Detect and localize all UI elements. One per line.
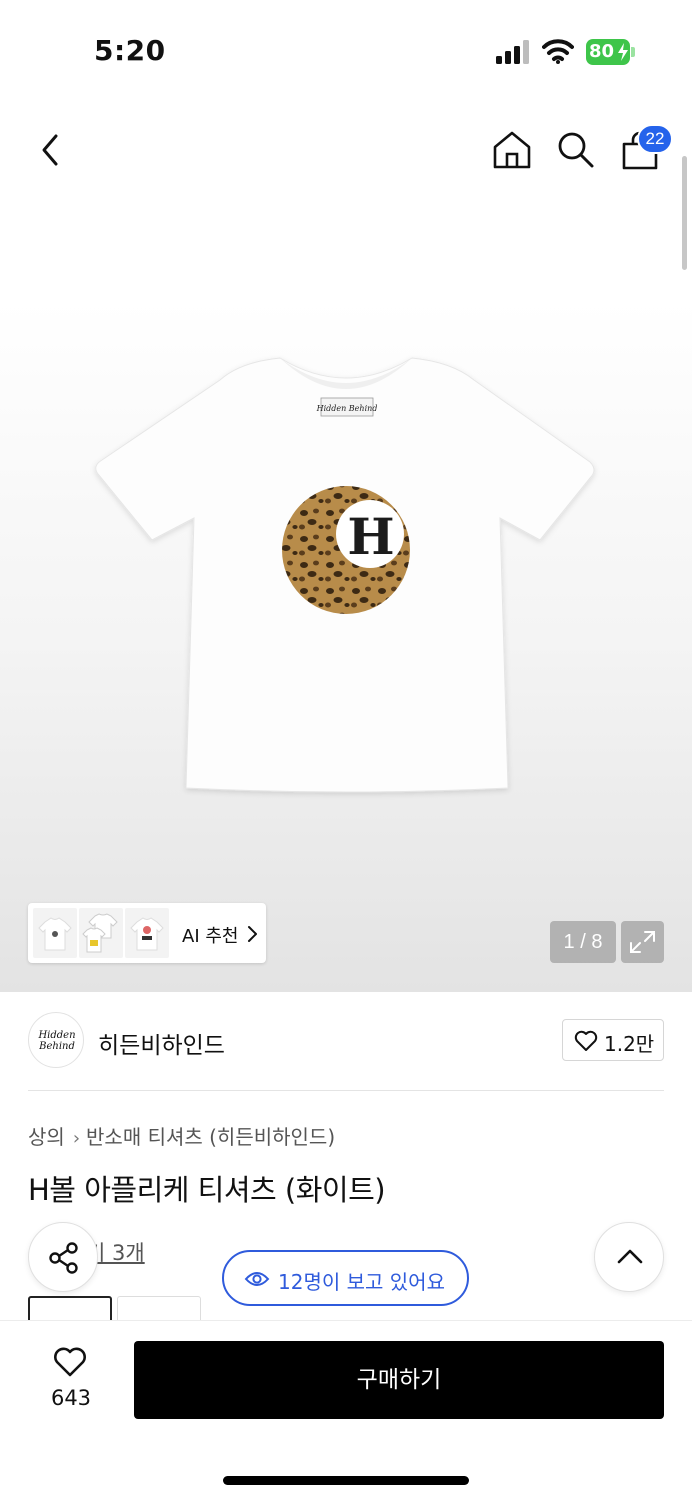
wishlist-count: 643 [50,1386,92,1410]
divider [28,1090,664,1091]
product-image[interactable]: Hidden Behind H [90,350,602,800]
wifi-icon [542,39,574,64]
recommend-thumbnail[interactable] [125,908,169,958]
recommend-thumbnail[interactable] [79,908,123,958]
share-icon [49,1242,78,1274]
expand-button[interactable] [621,921,664,963]
wishlist-button[interactable]: 643 [36,1342,106,1420]
brand-logo[interactable]: Hidden Behind [28,1012,84,1068]
status-time: 5:20 [94,34,166,67]
heart-icon [574,1030,598,1051]
brand-name[interactable]: 히든비하인드 [98,1026,225,1060]
product-title: H볼 아플리케 티셔츠 (화이트) [28,1173,386,1207]
breadcrumb-subcategory[interactable]: 반소매 티셔츠 (히든비하인드) [86,1125,335,1149]
back-icon[interactable] [34,130,66,170]
search-icon[interactable] [555,129,595,169]
svg-text:Hidden Behind: Hidden Behind [316,404,378,413]
battery-level: 80 [589,41,615,62]
ai-recommend-card[interactable]: AI 추천 [28,903,266,963]
chevron-up-icon [617,1249,643,1264]
chevron-right-icon [248,926,257,942]
chevron-right-icon: › [72,1128,81,1149]
cart-count-badge: 22 [637,124,673,154]
viewers-text: 12명이 보고 있어요 [278,1270,445,1294]
image-counter: 1 / 8 [550,921,616,963]
eye-icon [244,1272,270,1286]
ai-recommend-label: AI 추천 [182,926,239,947]
home-icon[interactable] [490,128,534,172]
scroll-to-top-button[interactable] [594,1222,664,1292]
brand-like-count: 1.2만 [604,1032,655,1056]
buy-button[interactable]: 구매하기 [134,1341,664,1419]
brand-like-button[interactable]: 1.2만 [562,1019,664,1061]
heart-icon [54,1347,86,1377]
breadcrumb-category[interactable]: 상의 [28,1125,65,1149]
breadcrumb: 상의 › 반소매 티셔츠 (히든비하인드) [28,1121,335,1150]
recommend-thumbnail[interactable] [33,908,77,958]
expand-icon [630,931,655,953]
signal-icon [496,40,529,64]
battery-charging-icon: 80 [586,39,636,65]
scrollbar[interactable] [682,156,687,270]
print-letter: H [347,507,394,566]
share-button[interactable] [28,1222,98,1292]
viewers-indicator: 12명이 보고 있어요 [222,1250,469,1306]
home-indicator [223,1476,469,1485]
